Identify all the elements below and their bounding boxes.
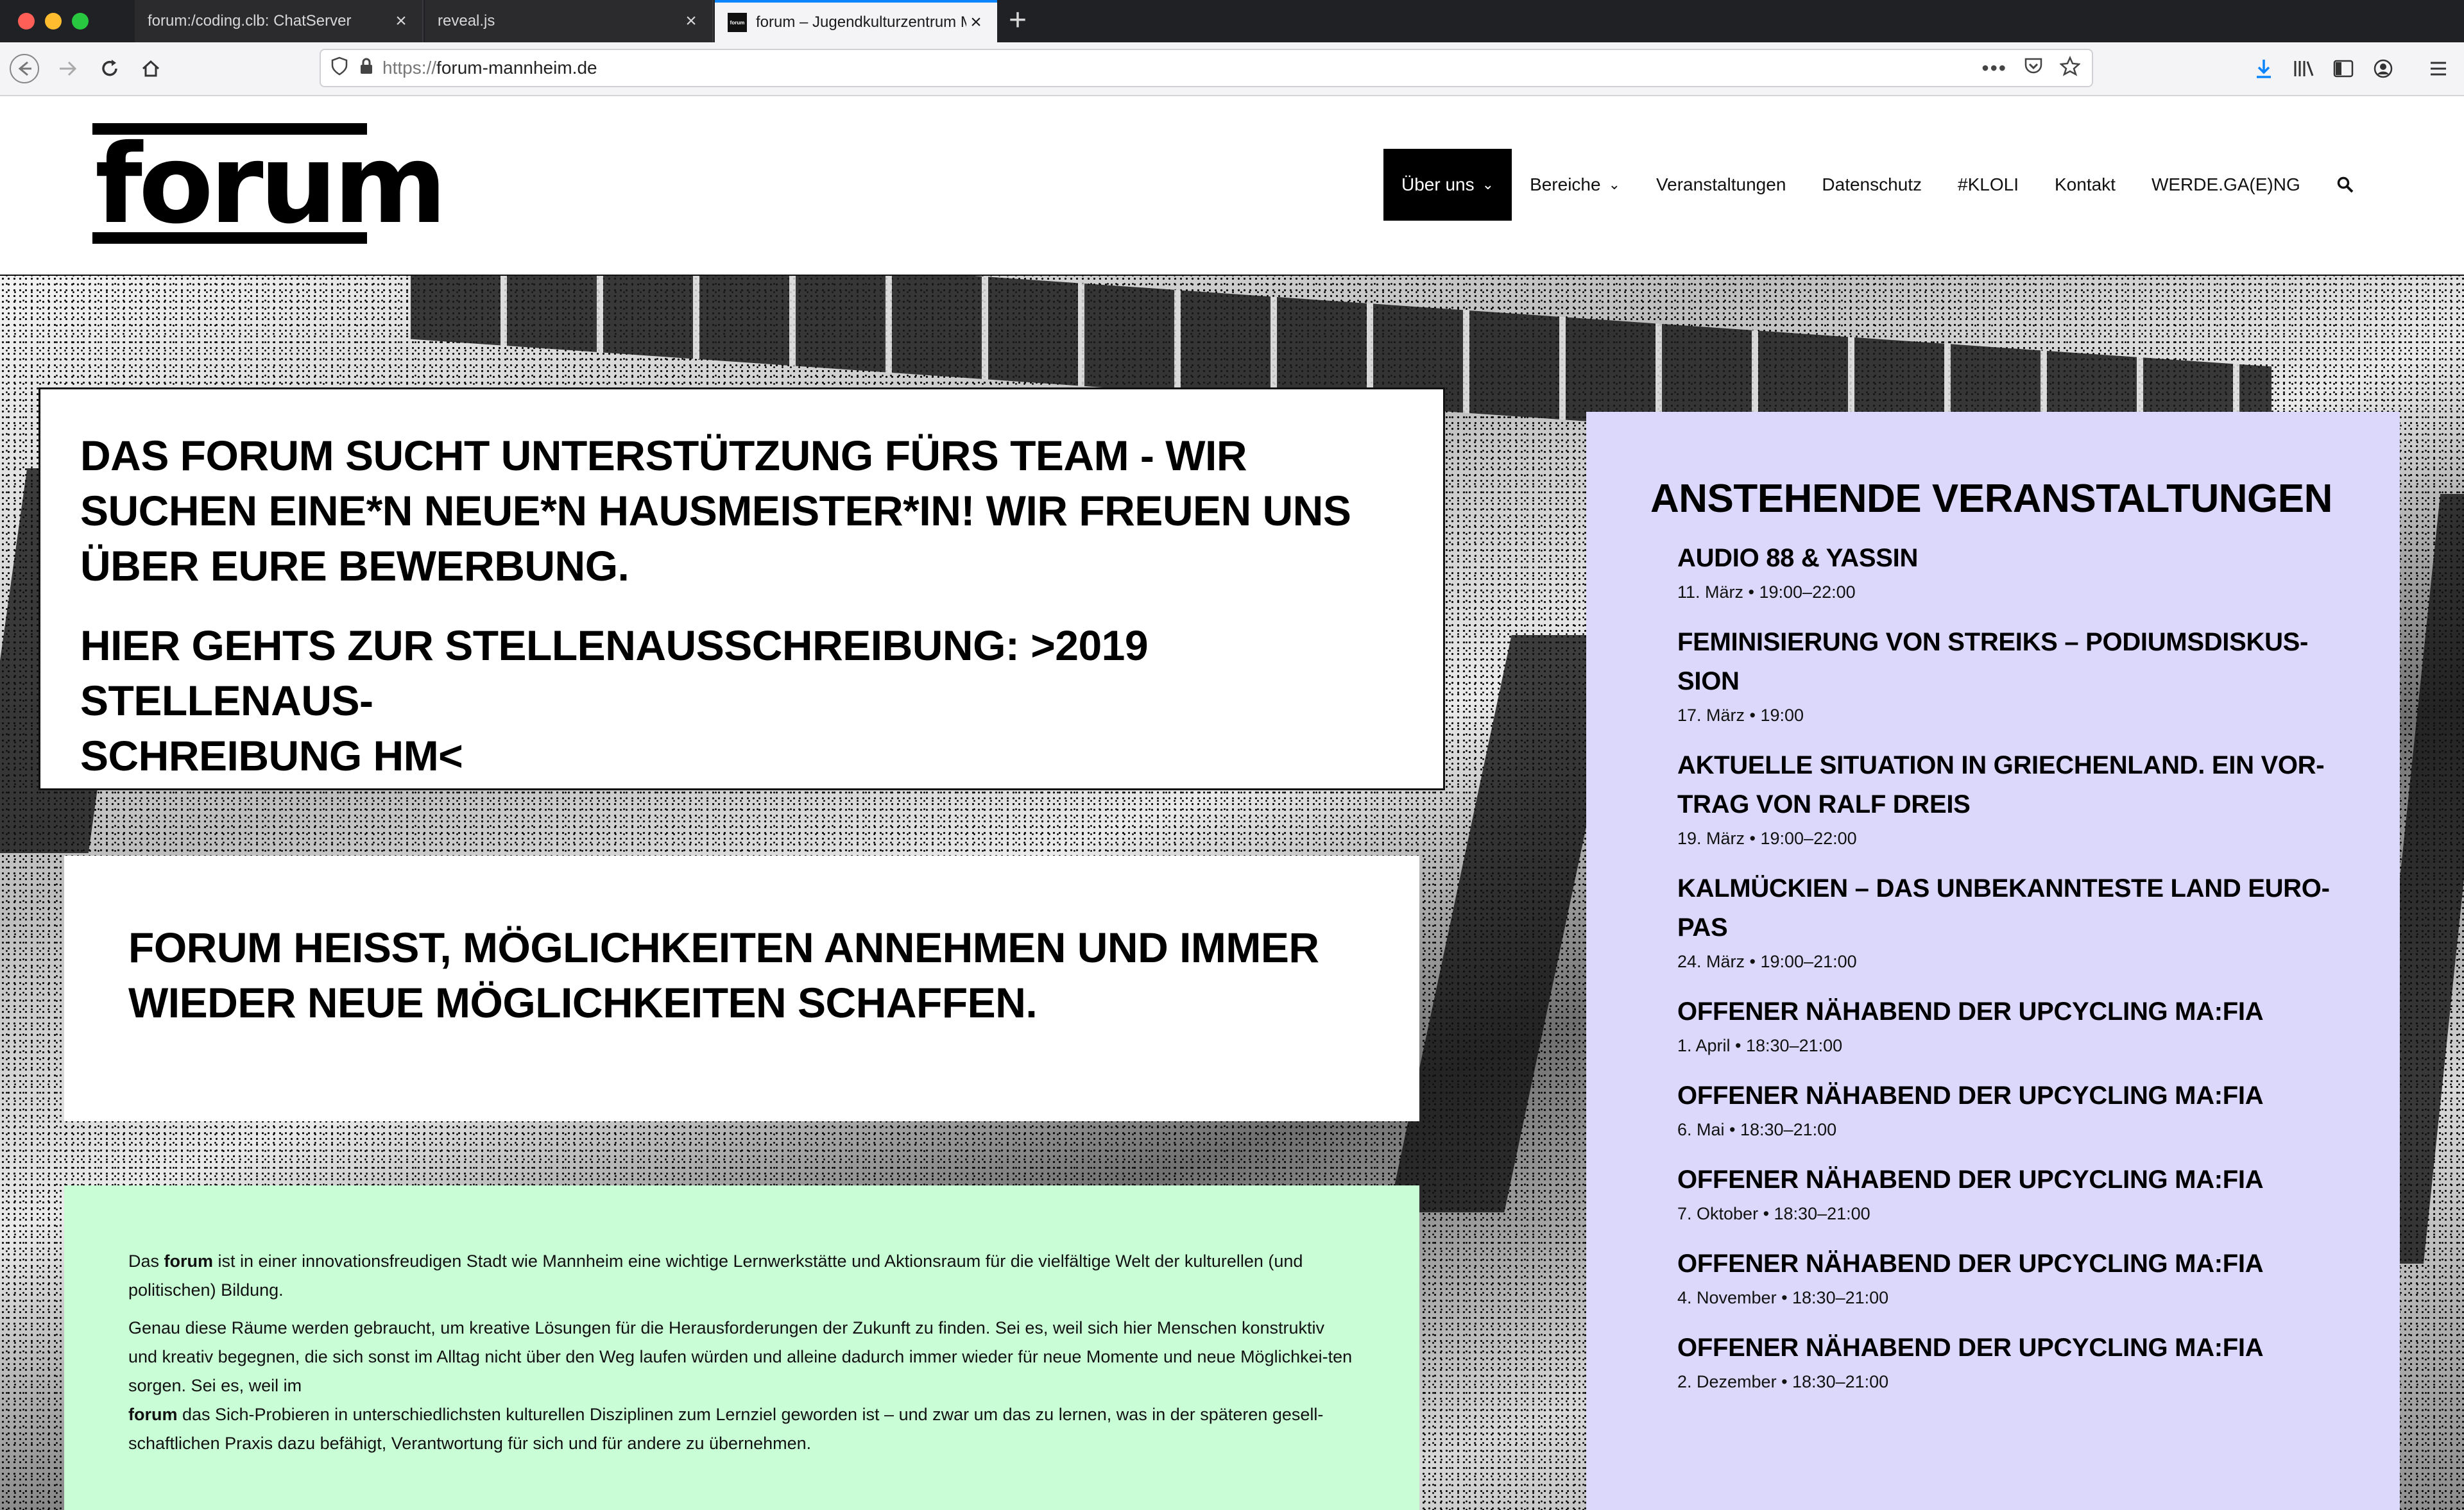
shield-icon[interactable] <box>331 56 348 80</box>
nav-item-datenschutz[interactable]: Datenschutz <box>1804 149 1940 221</box>
lock-icon[interactable] <box>359 57 373 80</box>
event-title[interactable]: AUDIO 88 & YASSIN <box>1677 539 2336 578</box>
minimize-window-button[interactable] <box>45 13 62 30</box>
tab-title: forum – Jugendkulturzentrum M <box>756 13 966 31</box>
event-date: 19. März • 19:00–22:00 <box>1677 829 1857 848</box>
close-window-button[interactable] <box>18 13 35 30</box>
event-item[interactable]: OFFENER NÄHABEND DER UPCYCLING MA:FIA 6.… <box>1677 1076 2336 1144</box>
account-icon[interactable] <box>2369 53 2397 85</box>
tab-title: forum:/coding.clb: ChatServer <box>148 12 352 30</box>
event-item[interactable]: OFFENER NÄHABEND DER UPCYCLING MA:FIA 7.… <box>1677 1160 2336 1228</box>
event-item[interactable]: KALMÜCKIEN – DAS UNBEKANNTESTE LAND EURO… <box>1677 869 2336 976</box>
event-date: 1. April • 18:30–21:00 <box>1677 1036 1843 1055</box>
tab-title: reveal.js <box>438 12 495 30</box>
new-tab-icon[interactable]: + <box>1009 3 1027 38</box>
upcoming-events-box: ANSTEHENDE VERANSTALTUNGEN AUDIO 88 & YA… <box>1586 412 2400 1510</box>
event-item[interactable]: FEMINISIERUNG VON STREIKS – PODIUMSDISKU… <box>1677 623 2336 729</box>
event-title[interactable]: OFFENER NÄHABEND DER UPCYCLING MA:FIA <box>1677 1328 2336 1368</box>
home-icon[interactable] <box>135 53 167 85</box>
job-notice-box: DAS FORUM SUCHT UNTERSTÜTZUNG FÜRS TEAM … <box>38 387 1445 790</box>
event-title[interactable]: OFFENER NÄHABEND DER UPCYCLING MA:FIA <box>1677 992 2336 1031</box>
event-date: 6. Mai • 18:30–21:00 <box>1677 1120 1837 1139</box>
events-heading: ANSTEHENDE VERANSTALTUNGEN <box>1650 477 2332 521</box>
event-date: 24. März • 19:00–21:00 <box>1677 952 1857 971</box>
about-paragraph: forum das Sich-Probieren in unterschiedl… <box>128 1405 1324 1453</box>
chevron-down-icon: ⌄ <box>1482 176 1494 192</box>
back-icon[interactable] <box>6 53 42 85</box>
downloads-icon[interactable] <box>2250 53 2278 85</box>
event-title[interactable]: OFFENER NÄHABEND DER UPCYCLING MA:FIA <box>1677 1160 2336 1200</box>
nav-item-veranstaltungen[interactable]: Veranstaltungen <box>1638 149 1804 221</box>
browser-tab-bar: forum:/coding.clb: ChatServer × reveal.j… <box>0 0 2464 42</box>
address-bar[interactable]: https://forum-mannheim.de ••• <box>320 49 2093 87</box>
site-header: forum Über uns ⌄ Bereiche ⌄ Veranstaltun… <box>0 96 2464 276</box>
event-title[interactable]: AKTUELLE SITUATION IN GRIECHENLAND. EIN … <box>1677 746 2336 824</box>
event-date: 2. Dezember • 18:30–21:00 <box>1677 1372 1889 1391</box>
about-text-box: Das forum ist in einer innovationsfreudi… <box>64 1185 1419 1510</box>
browser-navigation-bar: https://forum-mannheim.de ••• <box>0 42 2464 96</box>
browser-tab[interactable]: reveal.js × <box>425 0 714 42</box>
event-item[interactable]: AKTUELLE SITUATION IN GRIECHENLAND. EIN … <box>1677 746 2336 853</box>
close-icon[interactable]: × <box>391 10 411 32</box>
event-title[interactable]: FEMINISIERUNG VON STREIKS – PODIUMSDISKU… <box>1677 623 2336 701</box>
library-icon[interactable] <box>2289 53 2318 85</box>
motto-heading: FORUM HEISST, MÖGLICHKEITEN ANNEHMEN UND… <box>128 924 1319 1026</box>
nav-item-werde-gaeng[interactable]: WERDE.GA(E)NG <box>2134 149 2318 221</box>
close-icon[interactable]: × <box>966 12 986 33</box>
about-paragraph: Genau diese Räume werden gebraucht, um k… <box>128 1318 1353 1395</box>
event-date: 4. November • 18:30–21:00 <box>1677 1288 1889 1307</box>
event-item[interactable]: OFFENER NÄHABEND DER UPCYCLING MA:FIA 4.… <box>1677 1244 2336 1312</box>
forward-icon[interactable] <box>51 53 83 85</box>
event-item[interactable]: AUDIO 88 & YASSIN 11. März • 19:00–22:00 <box>1677 539 2336 606</box>
event-date: 11. März • 19:00–22:00 <box>1677 582 1856 602</box>
pocket-icon[interactable] <box>2024 57 2043 80</box>
notice-text: DAS FORUM SUCHT UNTERSTÜTZUNG FÜRS TEAM … <box>80 432 1351 590</box>
event-title[interactable]: OFFENER NÄHABEND DER UPCYCLING MA:FIA <box>1677 1076 2336 1116</box>
chevron-down-icon: ⌄ <box>1608 176 1621 192</box>
url-protocol: https:// <box>382 58 437 78</box>
event-date: 17. März • 19:00 <box>1677 706 1804 725</box>
sidebar-icon[interactable] <box>2329 53 2357 85</box>
zoom-window-button[interactable] <box>72 13 89 30</box>
event-title[interactable]: KALMÜCKIEN – DAS UNBEKANNTESTE LAND EURO… <box>1677 869 2336 947</box>
search-icon[interactable] <box>2318 149 2372 221</box>
main-navigation: Über uns ⌄ Bereiche ⌄ Veranstaltungen Da… <box>1383 149 2372 221</box>
page-actions-icon[interactable]: ••• <box>1981 56 2007 80</box>
browser-tab[interactable]: forum:/coding.clb: ChatServer × <box>135 0 424 42</box>
motto-box: FORUM HEISST, MÖGLICHKEITEN ANNEHMEN UND… <box>64 856 1419 1121</box>
bookmark-star-icon[interactable] <box>2059 55 2081 81</box>
nav-item-kloli[interactable]: #KLOLI <box>1940 149 2037 221</box>
event-date: 7. Oktober • 18:30–21:00 <box>1677 1204 1870 1223</box>
close-icon[interactable]: × <box>681 10 701 32</box>
nav-item-ueber-uns[interactable]: Über uns ⌄ <box>1383 149 1512 221</box>
nav-item-bereiche[interactable]: Bereiche ⌄ <box>1512 149 1638 221</box>
site-favicon-icon: forum <box>728 13 747 32</box>
event-item[interactable]: OFFENER NÄHABEND DER UPCYCLING MA:FIA 1.… <box>1677 992 2336 1060</box>
job-posting-link[interactable]: HIER GEHTS ZUR STELLENAUSSCHREIBUNG: >20… <box>80 618 1403 783</box>
logo-bottom-bar <box>92 232 367 244</box>
menu-icon[interactable] <box>2424 53 2452 85</box>
reload-icon[interactable] <box>94 53 126 85</box>
browser-tab-active[interactable]: forum forum – Jugendkulturzentrum M × <box>715 0 997 42</box>
event-title[interactable]: OFFENER NÄHABEND DER UPCYCLING MA:FIA <box>1677 1244 2336 1284</box>
nav-label: Bereiche <box>1530 174 1601 194</box>
nav-item-kontakt[interactable]: Kontakt <box>2037 149 2134 221</box>
nav-label: Über uns <box>1401 174 1475 194</box>
url-host: forum-mannheim.de <box>436 58 597 78</box>
forum-logo[interactable]: forum <box>92 123 447 244</box>
about-paragraph: Das forum ist in einer innovationsfreudi… <box>128 1251 1303 1300</box>
logo-text: forum <box>95 121 447 248</box>
event-item[interactable]: OFFENER NÄHABEND DER UPCYCLING MA:FIA 2.… <box>1677 1328 2336 1396</box>
